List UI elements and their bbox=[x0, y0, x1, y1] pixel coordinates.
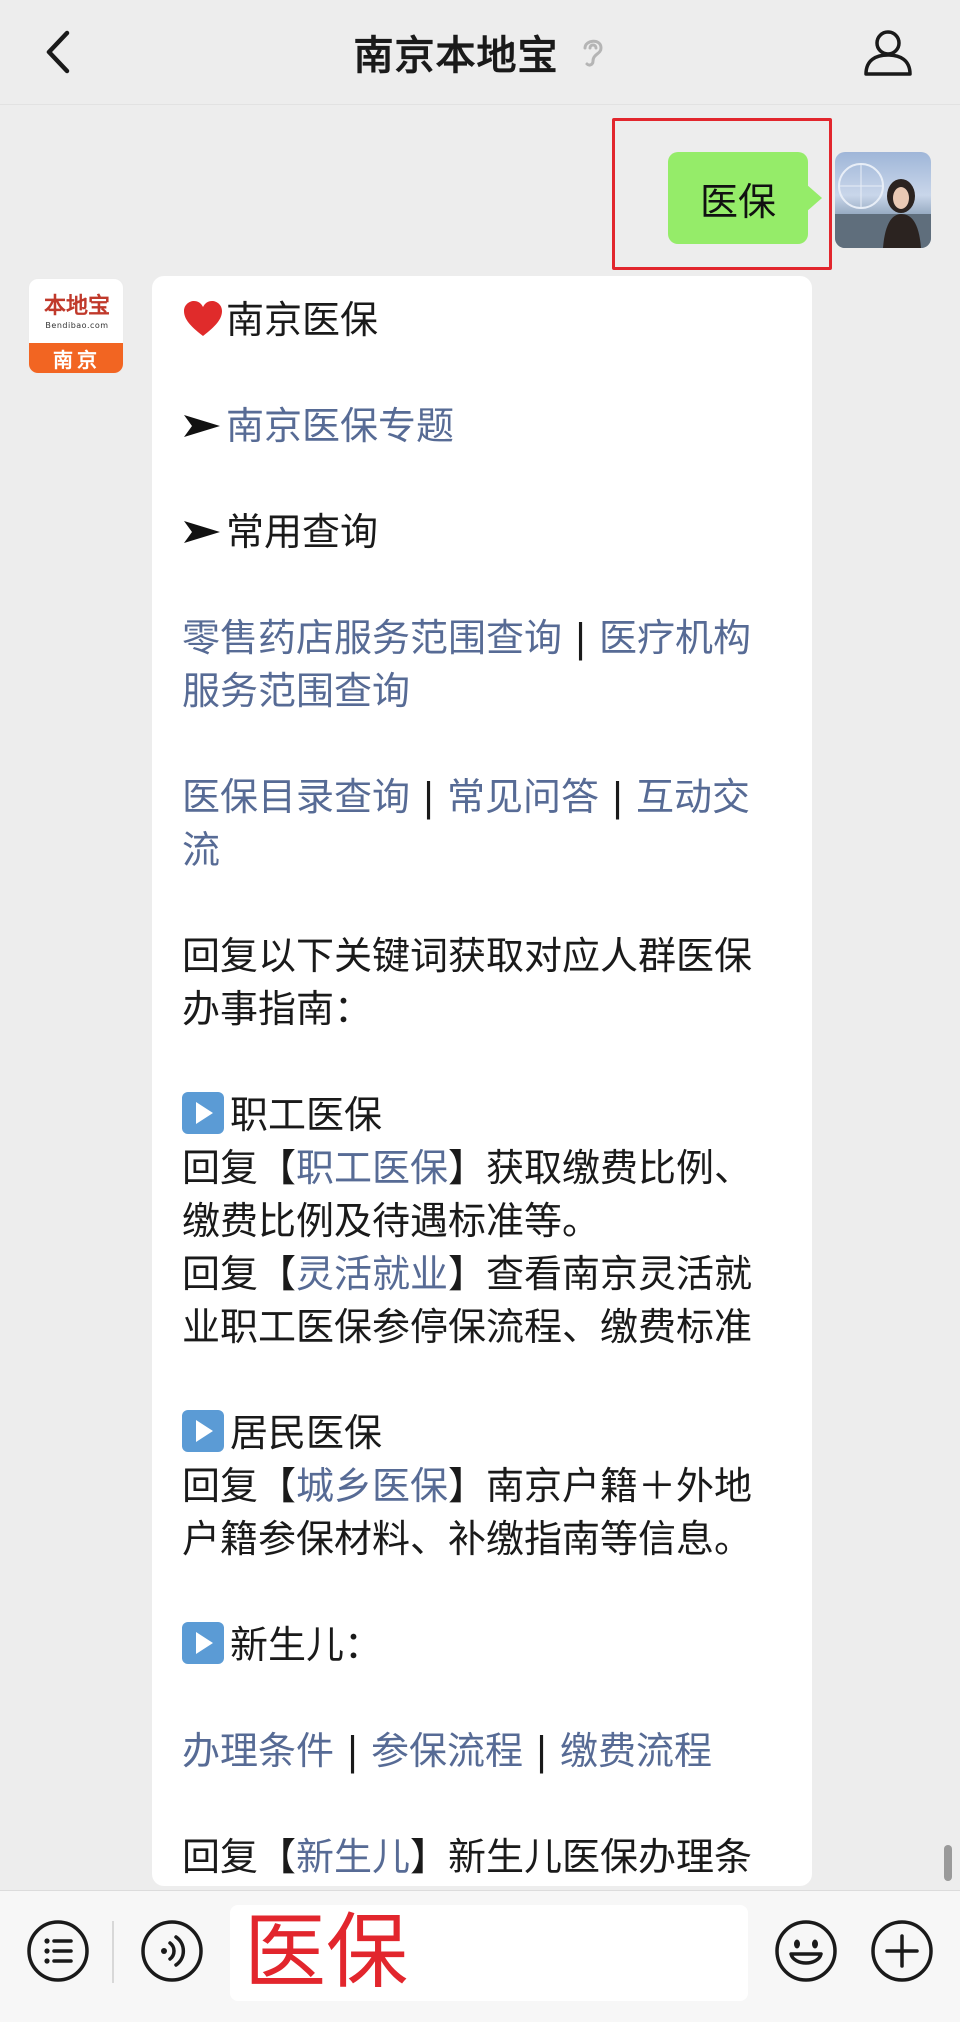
interaction-link-cont[interactable]: 流 bbox=[182, 828, 220, 872]
reply-bracket: 】 bbox=[448, 1464, 487, 1508]
common-query-label: 常用查询 bbox=[226, 510, 379, 554]
arrow-right-icon bbox=[184, 521, 220, 543]
input-bar: 医保 bbox=[0, 1890, 960, 2022]
message-input-value: 医保 bbox=[244, 1905, 409, 2000]
reply-bracket: 】 bbox=[448, 1146, 487, 1190]
flex-keyword-link[interactable]: 灵活就业 bbox=[296, 1252, 448, 1296]
link-separator: | bbox=[599, 775, 636, 819]
link-separator: | bbox=[334, 1729, 371, 1773]
flex-desc-cont: 业职工医保参停保流程、缴费标准 bbox=[182, 1305, 753, 1349]
more-button[interactable] bbox=[866, 1915, 938, 1987]
worker-desc: 获取缴费比例、 bbox=[486, 1146, 753, 1190]
logo-city: 南京 bbox=[29, 343, 123, 373]
outgoing-message-bubble[interactable]: 医保 bbox=[668, 152, 822, 244]
play-icon bbox=[182, 1092, 224, 1134]
chat-header: 南京本地宝 bbox=[0, 0, 960, 105]
catalog-query-link[interactable]: 医保目录查询 bbox=[182, 775, 410, 819]
worker-desc-cont: 缴费比例及待遇标准等。 bbox=[182, 1199, 601, 1243]
emoji-button[interactable] bbox=[770, 1915, 842, 1987]
newborn-enroll-link[interactable]: 参保流程 bbox=[371, 1729, 523, 1773]
list-menu-icon bbox=[27, 1920, 89, 1982]
arrow-right-icon bbox=[184, 415, 220, 437]
chat-title: 南京本地宝 bbox=[353, 33, 559, 79]
newborn-desc: 新生儿医保办理条 bbox=[448, 1835, 753, 1879]
resident-desc: 南京户籍＋外地 bbox=[486, 1464, 753, 1508]
voice-icon bbox=[141, 1920, 203, 1982]
link-separator: | bbox=[562, 616, 599, 660]
resident-section-title: 居民医保 bbox=[230, 1411, 383, 1455]
link-separator: | bbox=[410, 775, 447, 819]
reply-bracket: 】 bbox=[448, 1252, 487, 1296]
newborn-conditions-link[interactable]: 办理条件 bbox=[182, 1729, 334, 1773]
faq-link[interactable]: 常见问答 bbox=[447, 775, 599, 819]
play-icon bbox=[182, 1410, 224, 1452]
incoming-message-bubble: 南京医保 南京医保专题 常用查询 零售药店服务范围查询 | 医疗机构 服务范围查… bbox=[152, 276, 812, 1886]
worker-section-title: 职工医保 bbox=[230, 1093, 383, 1137]
bot-avatar[interactable]: 本地宝 Bendibao.com 南京 bbox=[28, 278, 124, 374]
reply-prefix: 回复【 bbox=[182, 1464, 297, 1508]
flex-desc: 查看南京灵活就 bbox=[486, 1252, 753, 1296]
intro-text-cont: 办事指南： bbox=[182, 987, 373, 1031]
smiley-icon bbox=[775, 1920, 837, 1982]
logo-text: 本地宝 bbox=[43, 292, 110, 319]
newborn-section-title: 新生儿： bbox=[230, 1623, 383, 1667]
link-separator: | bbox=[523, 1729, 560, 1773]
worker-keyword-link[interactable]: 职工医保 bbox=[296, 1146, 448, 1190]
reply-heading: 南京医保 bbox=[226, 298, 379, 342]
intro-text: 回复以下关键词获取对应人群医保 bbox=[182, 934, 753, 978]
newborn-keyword-link[interactable]: 新生儿 bbox=[296, 1835, 410, 1879]
plus-circle-icon bbox=[871, 1920, 933, 1982]
institution-scope-link[interactable]: 医疗机构 bbox=[599, 616, 751, 660]
play-icon bbox=[182, 1622, 224, 1664]
input-bar-divider bbox=[112, 1921, 114, 1983]
menu-button[interactable] bbox=[22, 1915, 94, 1987]
back-button[interactable] bbox=[28, 22, 88, 82]
logo-subtext: Bendibao.com bbox=[45, 320, 109, 330]
newborn-payment-link[interactable]: 缴费流程 bbox=[560, 1729, 712, 1773]
voice-button[interactable] bbox=[136, 1915, 208, 1987]
profile-button[interactable] bbox=[856, 20, 920, 84]
message-input[interactable]: 医保 bbox=[230, 1905, 748, 2001]
user-avatar[interactable] bbox=[835, 152, 931, 248]
reply-prefix: 回复【 bbox=[182, 1252, 297, 1296]
institution-scope-link-cont[interactable]: 服务范围查询 bbox=[182, 669, 410, 713]
reply-bracket: 】 bbox=[410, 1835, 449, 1879]
person-icon bbox=[864, 30, 912, 76]
reply-prefix: 回复【 bbox=[182, 1835, 297, 1879]
ear-icon bbox=[579, 34, 607, 70]
outgoing-message-text: 医保 bbox=[699, 179, 776, 224]
reply-prefix: 回复【 bbox=[182, 1146, 297, 1190]
heart-icon bbox=[184, 301, 222, 336]
resident-keyword-link[interactable]: 城乡医保 bbox=[296, 1464, 448, 1508]
chevron-left-icon bbox=[46, 30, 70, 74]
pharmacy-scope-link[interactable]: 零售药店服务范围查询 bbox=[182, 616, 562, 660]
interaction-link[interactable]: 互动交 bbox=[636, 775, 750, 819]
topic-link[interactable]: 南京医保专题 bbox=[226, 404, 454, 448]
resident-desc-cont: 户籍参保材料、补缴指南等信息。 bbox=[182, 1517, 753, 1561]
scrollbar-thumb[interactable] bbox=[944, 1845, 952, 1881]
